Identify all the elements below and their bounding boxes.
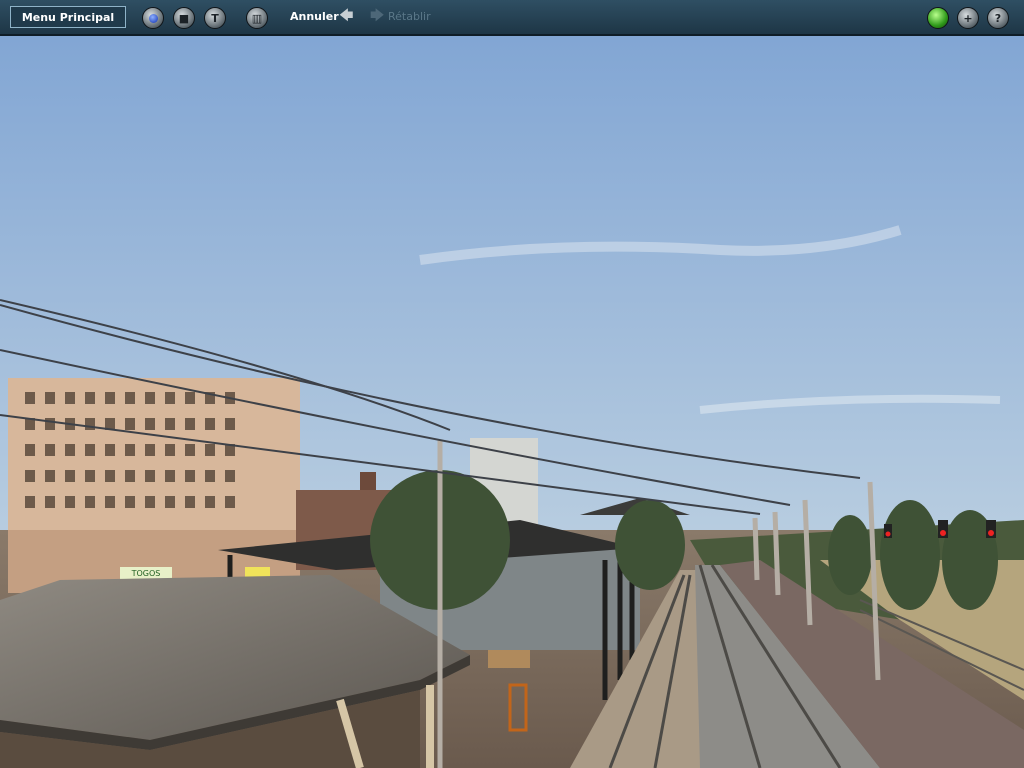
undo-arrow-icon[interactable]: 🡄 (339, 9, 353, 23)
tools-icon: T (211, 11, 219, 25)
help-button[interactable]: ? (987, 7, 1009, 29)
trash-button[interactable]: ▥ (246, 7, 268, 29)
help-icon: ? (994, 11, 1002, 25)
redo-arrow-icon: 🡆 (370, 8, 385, 24)
stop-icon: ■ (178, 11, 190, 25)
game-viewport[interactable]: TOGOS (0, 0, 1024, 768)
water-tower (360, 472, 376, 490)
status-light-icon (928, 8, 948, 28)
add-icon: + (963, 11, 973, 25)
main-menu-button[interactable]: Menu Principal (10, 6, 126, 28)
tools-button[interactable]: T (204, 7, 226, 29)
record-icon (143, 8, 163, 28)
stop-button[interactable]: ■ (173, 7, 195, 29)
redo-button: Rétablir (388, 10, 431, 23)
shop-sign-text: TOGOS (131, 569, 161, 578)
add-button[interactable]: + (957, 7, 979, 29)
luggage-cart (488, 650, 530, 668)
record-button[interactable] (142, 7, 164, 29)
main-toolbar: Menu Principal ■ T ▥ Annuler 🡄 🡆 Rétabli… (0, 0, 1024, 36)
undo-button[interactable]: Annuler (290, 10, 339, 23)
trash-icon: ▥ (251, 11, 263, 25)
hotel-building: TOGOS (8, 378, 300, 593)
status-light-button[interactable] (927, 7, 949, 29)
